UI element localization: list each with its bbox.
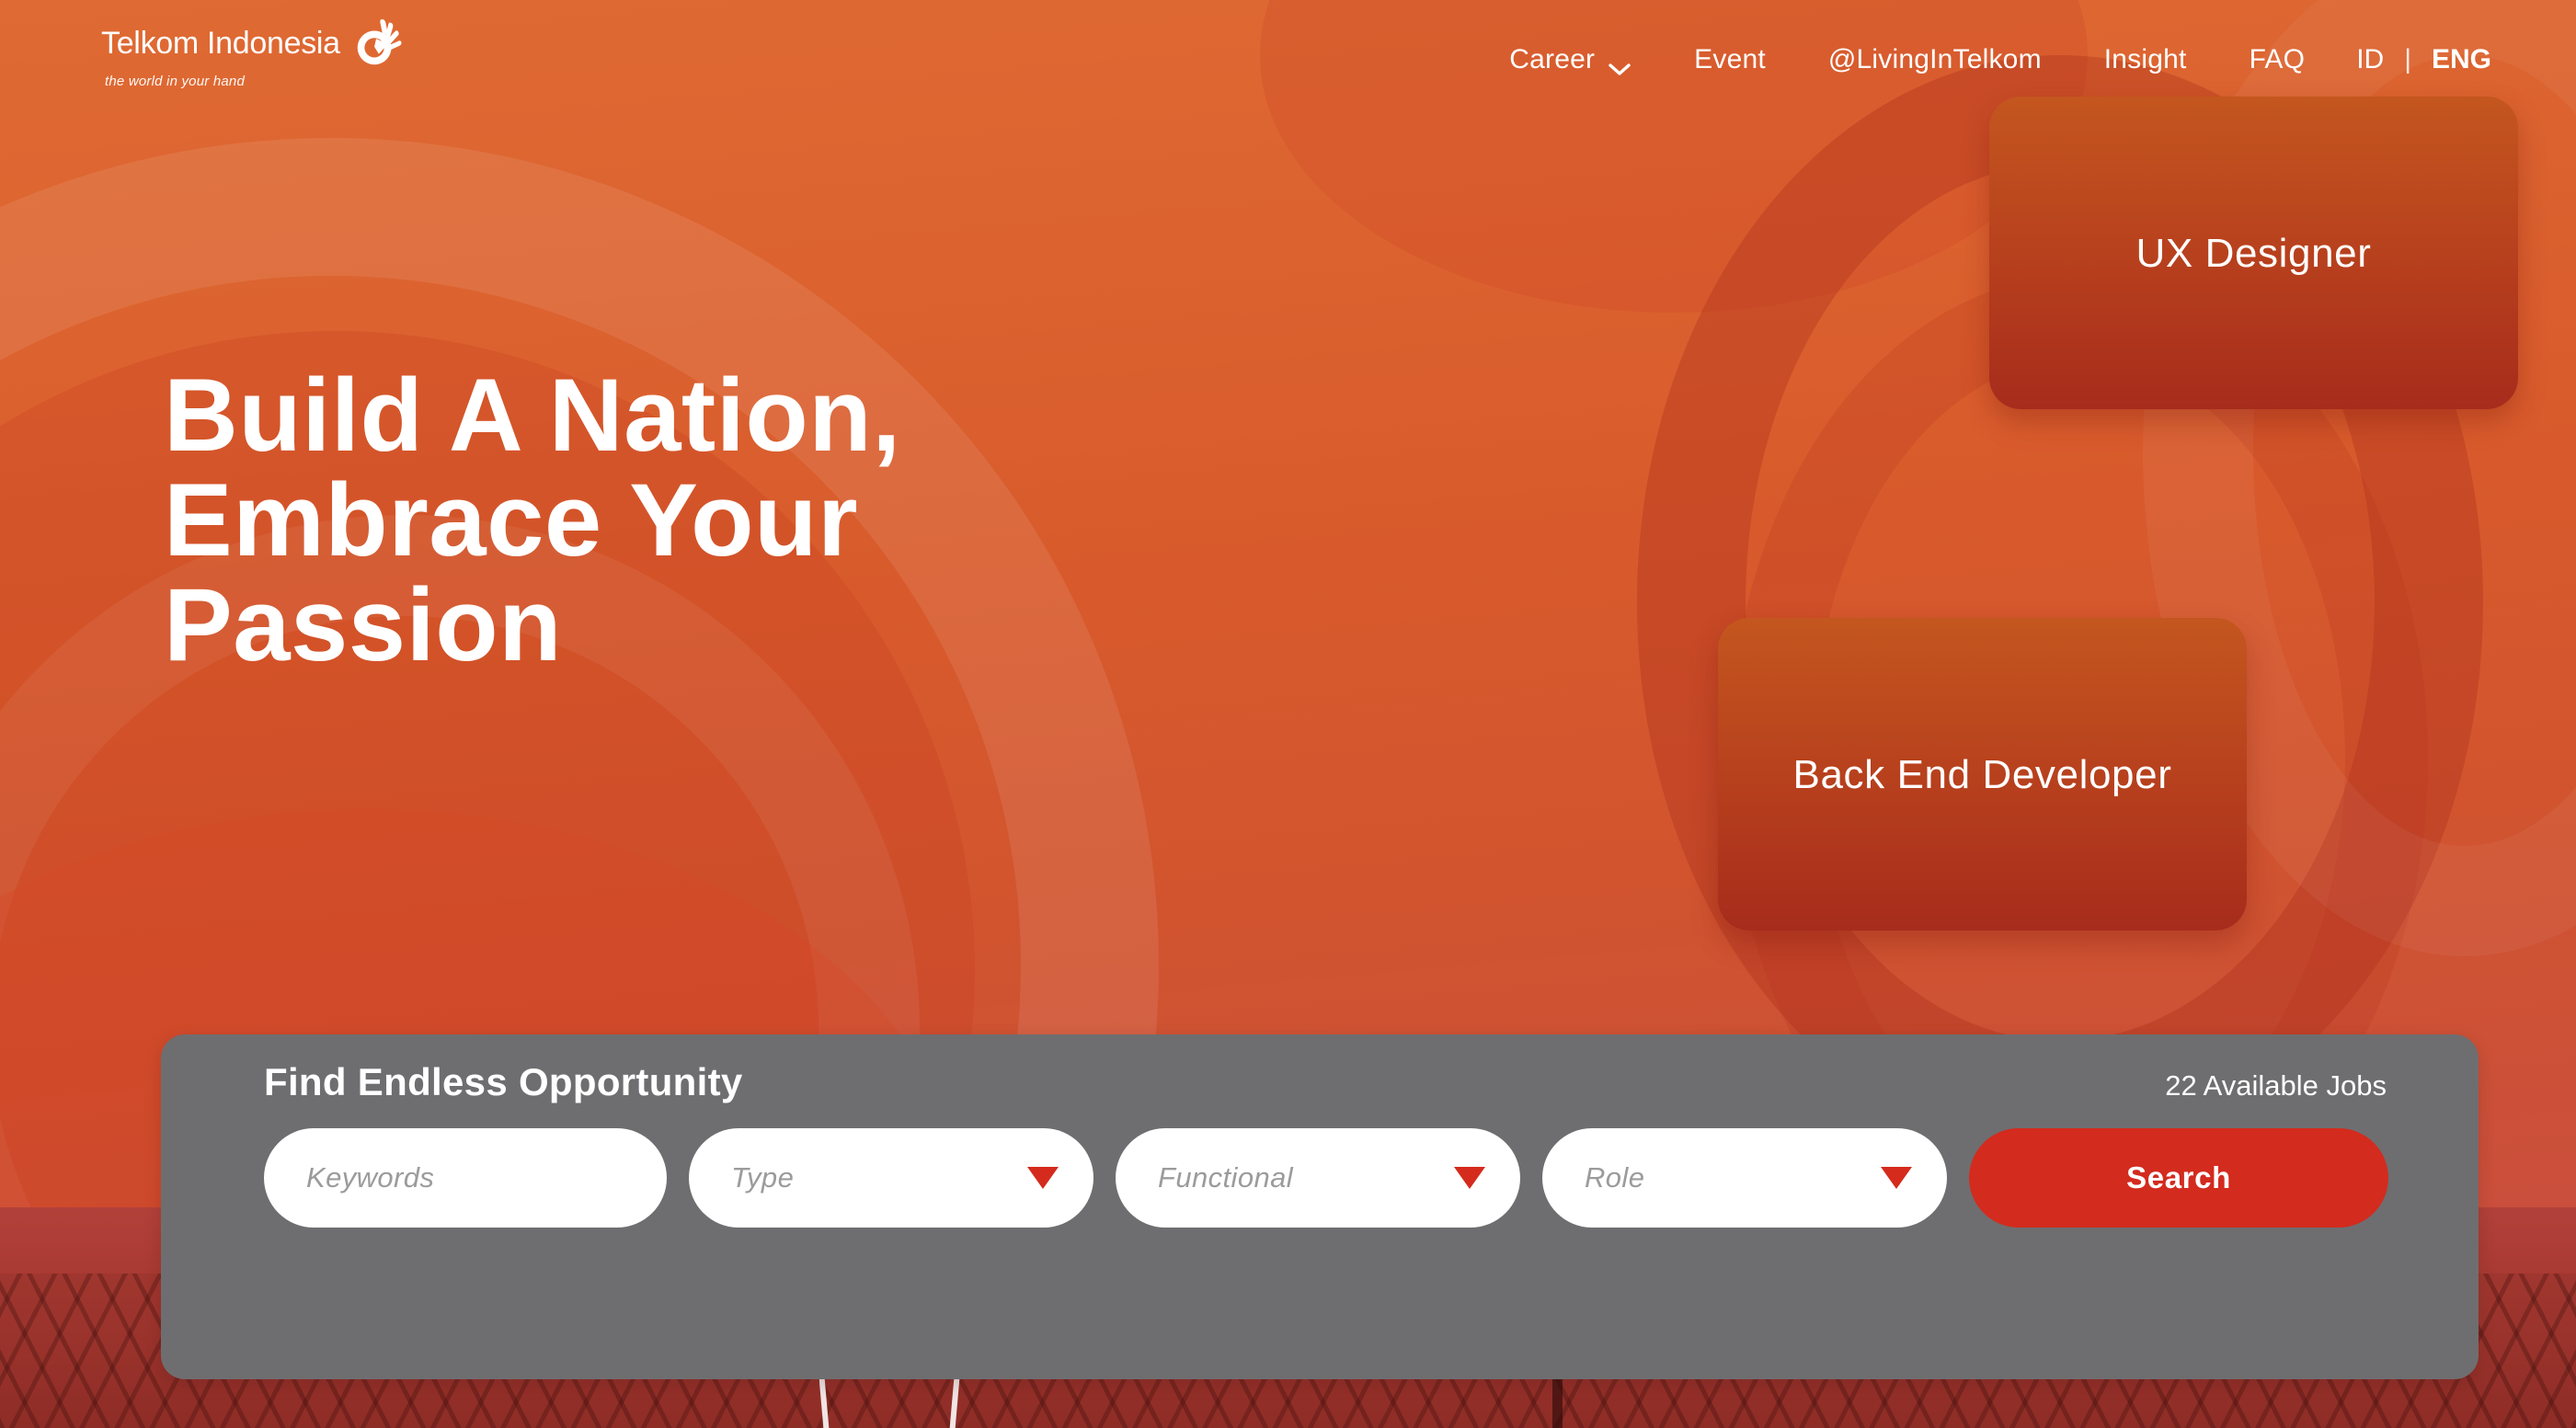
nav-item-insight[interactable]: Insight <box>2073 44 2218 75</box>
job-card-back-end-developer-label: Back End Developer <box>1792 751 2172 797</box>
search-select-role[interactable]: Role <box>1542 1128 1947 1228</box>
search-select-role-placeholder: Role <box>1585 1161 1645 1194</box>
nav-item-insight-label: Insight <box>2103 44 2187 74</box>
search-select-type-placeholder: Type <box>731 1161 795 1194</box>
language-separator: | <box>2404 44 2411 74</box>
job-card-ux-designer[interactable]: UX Designer <box>1989 97 2518 409</box>
nav-item-faq-label: FAQ <box>2249 44 2306 74</box>
chevron-down-icon <box>1454 1167 1485 1189</box>
hero-headline-line-1: Build A Nation, <box>164 358 901 473</box>
language-option-eng[interactable]: ENG <box>2411 44 2512 75</box>
job-card-back-end-developer[interactable]: Back End Developer <box>1718 618 2247 931</box>
search-select-type[interactable]: Type <box>689 1128 1093 1228</box>
language-switcher: ID | ENG <box>2336 44 2521 75</box>
chevron-down-icon <box>1608 52 1631 75</box>
nav-links: Career Event @LivingInTelkom Insight FAQ <box>1478 0 2521 120</box>
search-select-functional-placeholder: Functional <box>1158 1161 1294 1194</box>
nav-item-career[interactable]: Career <box>1478 44 1663 75</box>
telkom-hand-circle-icon <box>349 17 403 70</box>
hero-headline-line-3: Passion <box>164 567 563 683</box>
chevron-down-icon <box>1027 1167 1059 1189</box>
search-fields-row: Keywords Type Functional Role Search <box>264 1128 2388 1228</box>
search-input-keywords[interactable]: Keywords <box>264 1128 667 1228</box>
hero-headline: Build A Nation, Embrace Your Passion <box>164 358 1543 683</box>
language-option-id[interactable]: ID <box>2336 44 2404 75</box>
top-navigation-bar: Telkom Indonesia the world in your hand … <box>0 0 2576 120</box>
nav-item-event-label: Event <box>1694 44 1766 74</box>
brand-logo[interactable]: Telkom Indonesia the world in your hand <box>101 17 469 89</box>
brand-tagline: the world in your hand <box>105 74 245 89</box>
search-select-functional[interactable]: Functional <box>1116 1128 1520 1228</box>
nav-item-faq[interactable]: FAQ <box>2218 44 2337 75</box>
nav-item-career-label: Career <box>1509 44 1596 74</box>
brand-logo-text: Telkom Indonesia <box>101 25 340 61</box>
search-submit-button[interactable]: Search <box>1969 1128 2388 1228</box>
available-jobs-count: 22 Available Jobs <box>2165 1069 2387 1102</box>
job-search-panel: Find Endless Opportunity 22 Available Jo… <box>161 1034 2479 1379</box>
chevron-down-icon <box>1881 1167 1912 1189</box>
nav-item-livingintelkom-label: @LivingInTelkom <box>1827 44 2042 74</box>
job-card-ux-designer-label: UX Designer <box>2135 230 2372 276</box>
page-root: Telkom Indonesia the world in your hand … <box>0 0 2576 1428</box>
nav-item-event[interactable]: Event <box>1663 44 1797 75</box>
search-panel-title: Find Endless Opportunity <box>264 1060 743 1103</box>
hero-headline-line-2: Embrace Your <box>164 463 859 578</box>
nav-item-livingintelkom[interactable]: @LivingInTelkom <box>1797 44 2073 75</box>
search-input-keywords-placeholder: Keywords <box>306 1161 435 1194</box>
